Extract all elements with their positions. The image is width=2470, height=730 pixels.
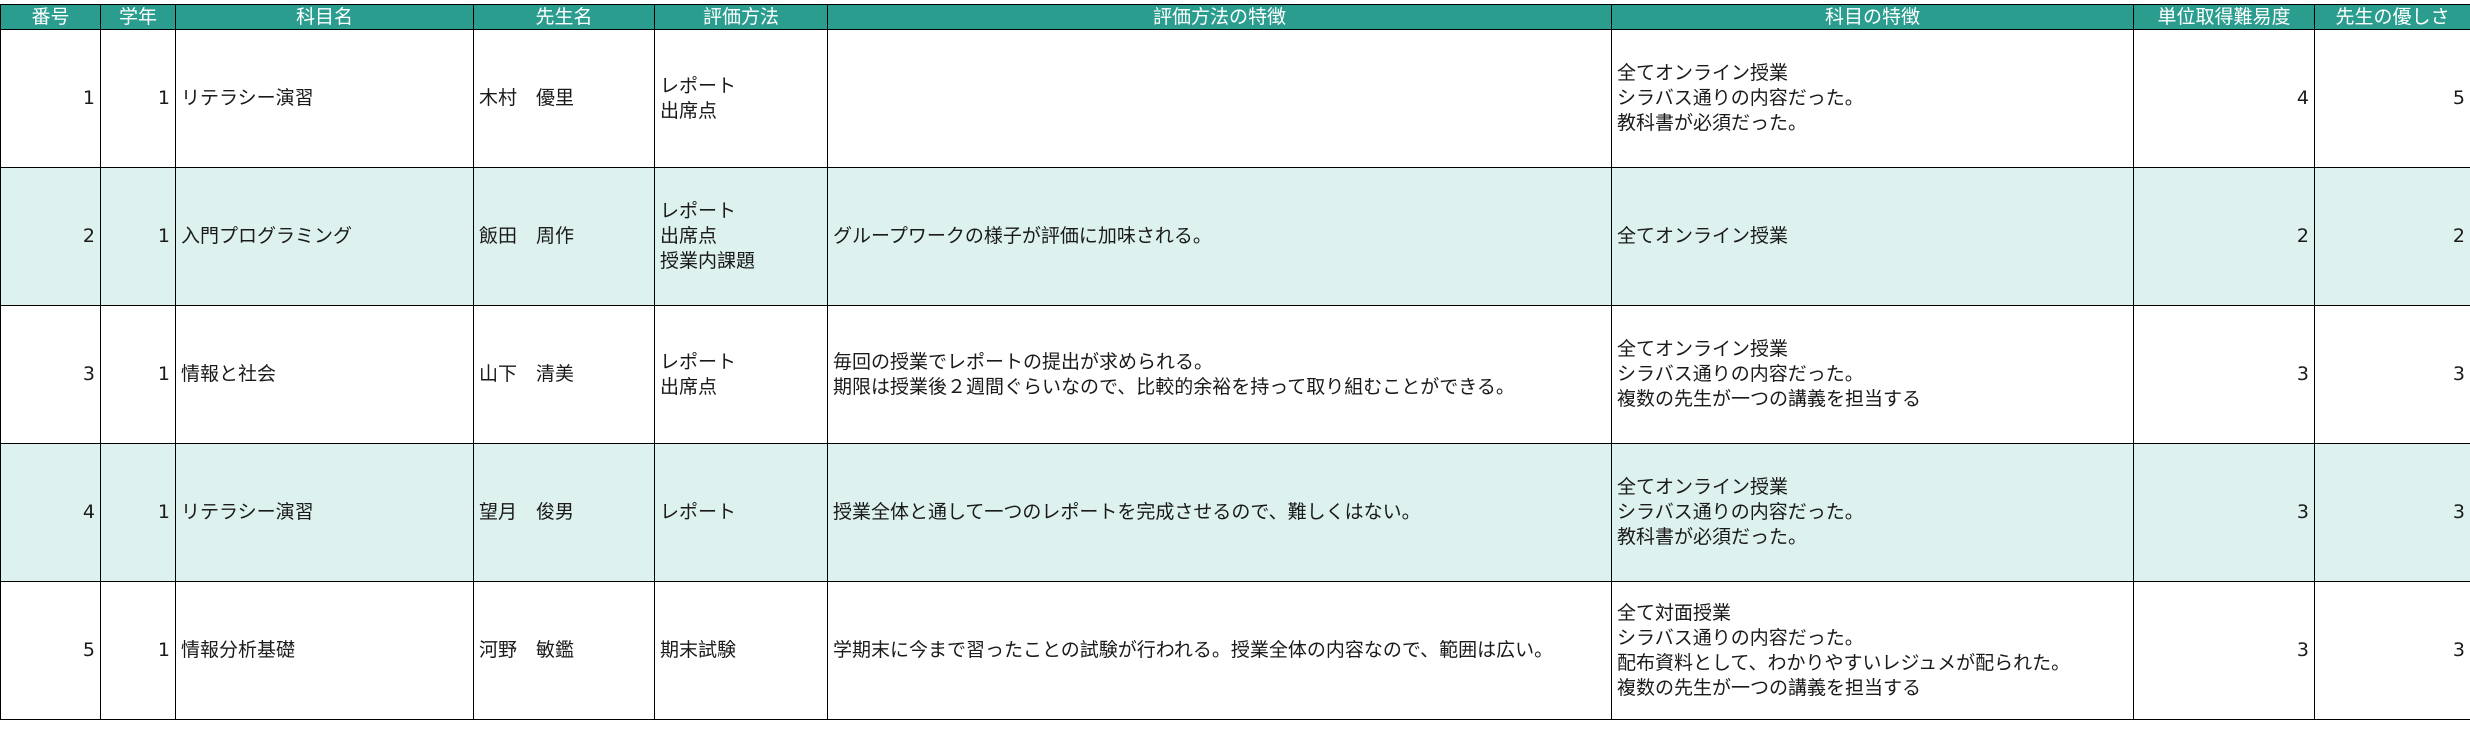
table-row: 5 1 情報分析基礎 河野 敏鑑 期末試験 学期末に今まで習ったことの試験が行わ… (1, 582, 2470, 720)
cell-subject[interactable]: 情報と社会 (176, 306, 474, 444)
header-cell-subject-notes[interactable]: 科目の特徴 (1612, 5, 2134, 30)
header-cell-teacher[interactable]: 先生名 (474, 5, 655, 30)
cell-subject-notes[interactable]: 全てオンライン授業 シラバス通りの内容だった。 教科書が必須だった。 (1612, 444, 2134, 582)
cell-number[interactable]: 1 (1, 30, 101, 168)
cell-eval-method-notes[interactable] (828, 30, 1612, 168)
cell-subject-notes[interactable]: 全て対面授業 シラバス通りの内容だった。 配布資料として、わかりやすいレジュメが… (1612, 582, 2134, 720)
cell-subject[interactable]: リテラシー演習 (176, 444, 474, 582)
cell-eval-method[interactable]: レポート 出席点 授業内課題 (655, 168, 828, 306)
cell-subject-notes[interactable]: 全てオンライン授業 シラバス通りの内容だった。 教科書が必須だった。 (1612, 30, 2134, 168)
cell-kindness[interactable]: 3 (2315, 444, 2470, 582)
course-review-table: 番号 学年 科目名 先生名 評価方法 評価方法の特徴 科目の特徴 単位取得難易度… (0, 4, 2470, 720)
header-cell-kindness[interactable]: 先生の優しさ (2315, 5, 2470, 30)
cell-eval-method[interactable]: 期末試験 (655, 582, 828, 720)
cell-difficulty[interactable]: 3 (2134, 306, 2315, 444)
cell-subject[interactable]: 情報分析基礎 (176, 582, 474, 720)
cell-eval-method-notes[interactable]: グループワークの様子が評価に加味される。 (828, 168, 1612, 306)
cell-number[interactable]: 4 (1, 444, 101, 582)
cell-teacher[interactable]: 河野 敏鑑 (474, 582, 655, 720)
cell-kindness[interactable]: 5 (2315, 30, 2470, 168)
table-row: 3 1 情報と社会 山下 清美 レポート 出席点 毎回の授業でレポートの提出が求… (1, 306, 2470, 444)
header-cell-eval-method-notes[interactable]: 評価方法の特徴 (828, 5, 1612, 30)
cell-grade[interactable]: 1 (101, 444, 176, 582)
cell-difficulty[interactable]: 2 (2134, 168, 2315, 306)
cell-eval-method[interactable]: レポート 出席点 (655, 30, 828, 168)
table-row: 2 1 入門プログラミング 飯田 周作 レポート 出席点 授業内課題 グループワ… (1, 168, 2470, 306)
header-row: 番号 学年 科目名 先生名 評価方法 評価方法の特徴 科目の特徴 単位取得難易度… (1, 5, 2470, 30)
cell-grade[interactable]: 1 (101, 306, 176, 444)
cell-grade[interactable]: 1 (101, 582, 176, 720)
cell-kindness[interactable]: 3 (2315, 306, 2470, 444)
header-cell-eval-method[interactable]: 評価方法 (655, 5, 828, 30)
header-cell-difficulty[interactable]: 単位取得難易度 (2134, 5, 2315, 30)
cell-number[interactable]: 2 (1, 168, 101, 306)
cell-eval-method[interactable]: レポート 出席点 (655, 306, 828, 444)
cell-grade[interactable]: 1 (101, 30, 176, 168)
header-cell-number[interactable]: 番号 (1, 5, 101, 30)
cell-subject[interactable]: リテラシー演習 (176, 30, 474, 168)
cell-eval-method[interactable]: レポート (655, 444, 828, 582)
cell-eval-method-notes[interactable]: 学期末に今まで習ったことの試験が行われる。授業全体の内容なので、範囲は広い。 (828, 582, 1612, 720)
cell-difficulty[interactable]: 3 (2134, 582, 2315, 720)
cell-teacher[interactable]: 飯田 周作 (474, 168, 655, 306)
cell-teacher[interactable]: 木村 優里 (474, 30, 655, 168)
cell-difficulty[interactable]: 3 (2134, 444, 2315, 582)
table-row: 1 1 リテラシー演習 木村 優里 レポート 出席点 全てオンライン授業 シラバ… (1, 30, 2470, 168)
cell-number[interactable]: 3 (1, 306, 101, 444)
cell-teacher[interactable]: 山下 清美 (474, 306, 655, 444)
header-cell-subject[interactable]: 科目名 (176, 5, 474, 30)
cell-kindness[interactable]: 3 (2315, 582, 2470, 720)
cell-number[interactable]: 5 (1, 582, 101, 720)
table-row: 4 1 リテラシー演習 望月 俊男 レポート 授業全体と通して一つのレポートを完… (1, 444, 2470, 582)
cell-subject-notes[interactable]: 全てオンライン授業 (1612, 168, 2134, 306)
cell-difficulty[interactable]: 4 (2134, 30, 2315, 168)
cell-grade[interactable]: 1 (101, 168, 176, 306)
cell-eval-method-notes[interactable]: 毎回の授業でレポートの提出が求められる。 期限は授業後２週間ぐらいなので、比較的… (828, 306, 1612, 444)
cell-teacher[interactable]: 望月 俊男 (474, 444, 655, 582)
cell-subject-notes[interactable]: 全てオンライン授業 シラバス通りの内容だった。 複数の先生が一つの講義を担当する (1612, 306, 2134, 444)
header-cell-grade[interactable]: 学年 (101, 5, 176, 30)
cell-subject[interactable]: 入門プログラミング (176, 168, 474, 306)
cell-eval-method-notes[interactable]: 授業全体と通して一つのレポートを完成させるので、難しくはない。 (828, 444, 1612, 582)
cell-kindness[interactable]: 2 (2315, 168, 2470, 306)
